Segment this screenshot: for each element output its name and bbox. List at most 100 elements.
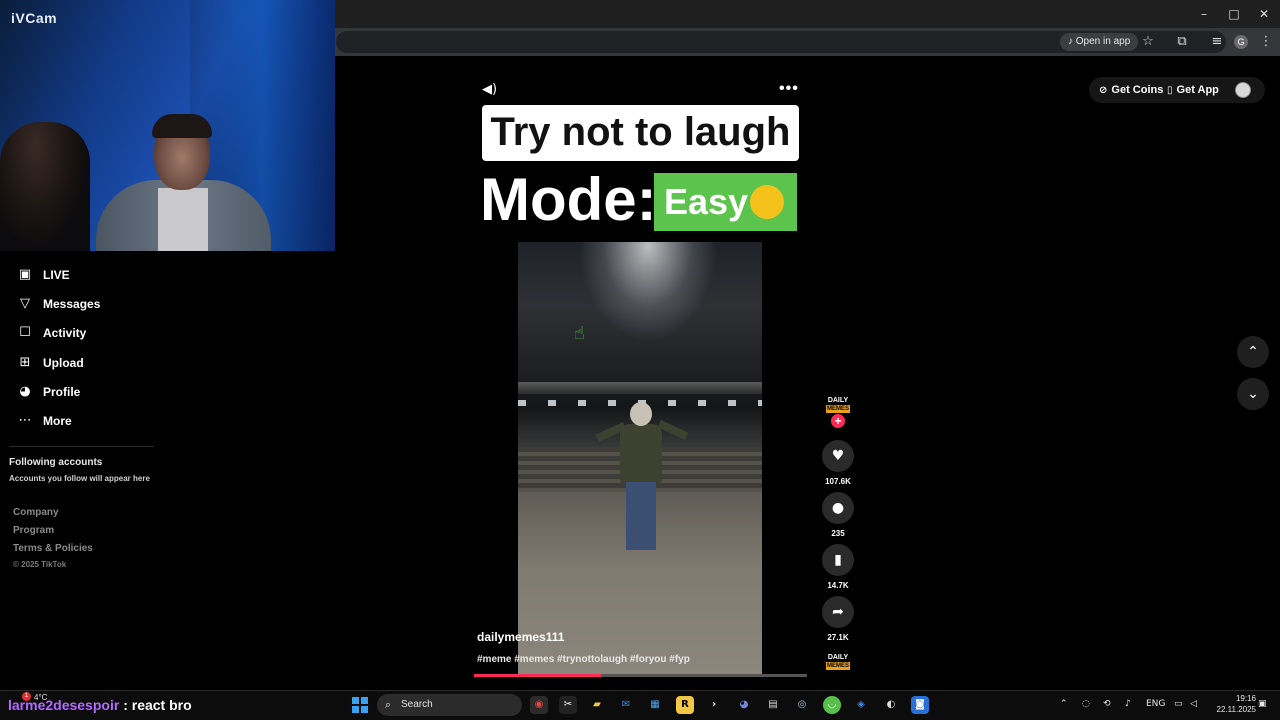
chevron-up-icon: ⌃ [1247,344,1259,360]
tray-microphone-icon[interactable]: ♪ [1125,699,1131,709]
comment-count: 235 [831,529,845,538]
discord-icon[interactable]: ◕ [735,696,753,714]
webcam-label: iVCam [11,10,58,26]
calendar-icon[interactable]: ▤ [764,696,782,714]
caption-mode: Mode: [480,166,657,233]
mail-icon[interactable]: ✉ [617,696,635,714]
chrome-icon[interactable]: ◉ [530,696,548,714]
app-icon[interactable]: ◈ [852,696,870,714]
more-icon: ⋯ [18,413,32,428]
music-disc-bottom: MEMES [826,662,850,670]
nav-item-activity[interactable]: ☐ Activity [16,323,86,343]
nav-item-label: Profile [43,385,81,399]
copyright-text: © 2025 TikTok [13,560,67,569]
tiktok-icon: ♪ [1068,36,1076,47]
follow-plus-button[interactable]: + [831,414,845,428]
get-coins-label: Get Coins [1111,84,1164,96]
taskbar-date: 22.11.2025 [1216,705,1256,714]
extensions-icon[interactable]: ⧉ [1172,32,1192,52]
browser-profile-avatar[interactable]: G [1234,35,1248,49]
tray-chevron-up-icon[interactable]: ⌃ [1060,699,1068,709]
video-hashtags[interactable]: #meme #memes #trynottolaugh #foryou #fyp [477,654,690,665]
get-app-button[interactable]: ▯ Get App [1167,81,1219,99]
taskbar-search[interactable]: ⌕ Search [377,694,522,716]
upload-icon: ⊞ [19,355,31,370]
ceiling-light [578,242,718,342]
activity-icon: ☐ [19,325,31,340]
more-options-icon[interactable]: ••• [779,80,799,98]
nav-item-more[interactable]: ⋯ More [16,411,72,431]
phone-icon: ▯ [1167,84,1173,96]
comment-icon: ● [831,500,845,516]
nav-divider [9,446,154,447]
tray-sync-icon[interactable]: ⟲ [1103,699,1111,709]
next-video-button[interactable]: ⌄ [1237,378,1269,410]
video-author[interactable]: dailymemes111 [477,630,564,644]
get-app-label: Get App [1176,84,1219,96]
browser-menu-icon[interactable]: ⋮ [1256,32,1276,52]
volume-tray-icon[interactable]: ◁ [1190,699,1197,709]
chat-text: : react bro [123,697,192,713]
capcut-icon[interactable]: ✂ [559,696,577,714]
file-explorer-icon[interactable]: ▰ [588,696,606,714]
video-frame [518,242,762,676]
video-progress-bar[interactable] [474,674,807,677]
bookmark-star-icon[interactable]: ☆ [1138,32,1158,52]
nav-item-profile[interactable]: ◕ Profile [16,382,80,402]
bookmark-icon: ▮ [834,552,842,568]
taskbar-clock[interactable]: 19:16 22.11.2025 [1206,693,1256,715]
close-button[interactable]: ✕ [1250,4,1278,24]
pointer-hand-cursor-icon: ☝ [574,323,585,344]
save-count: 14.7K [827,581,849,590]
minimize-button[interactable]: – [1190,4,1218,24]
open-in-app-label: Open in app [1075,36,1131,47]
webcam-overlay: iVCam [0,0,335,251]
music-disc[interactable]: DAILY MEMES [826,654,850,674]
dancing-person [595,402,689,562]
caption-easy-badge: Easy [654,173,797,231]
comment-button[interactable]: ● [822,492,854,524]
get-coins-button[interactable]: ⊘ Get Coins [1099,81,1163,99]
share-arrow-icon: ➦ [832,604,844,620]
footer-link-program[interactable]: Program [13,525,54,536]
stream-chat-message: larme2desespoir : react bro [8,697,192,713]
heart-icon: ♥ [831,448,845,464]
webcam-person-hair [152,114,212,138]
profile-avatar-icon: ◕ [19,384,31,399]
save-button[interactable]: ▮ [822,544,854,576]
terminal-icon[interactable]: › [705,696,723,714]
messages-icon: ▽ [20,296,30,311]
nav-item-messages[interactable]: ▽ Messages [16,294,100,314]
like-count: 107.6K [825,477,851,486]
volume-icon[interactable]: ◀) [482,82,498,98]
android-icon[interactable]: ◡ [823,696,841,714]
windows-start-icon[interactable] [352,697,368,713]
network-icon[interactable]: ▭ [1174,699,1183,709]
previous-video-button[interactable]: ⌃ [1237,336,1269,368]
steam-icon[interactable]: ◎ [793,696,811,714]
nav-item-upload[interactable]: ⊞ Upload [16,353,84,373]
like-button[interactable]: ♥ [822,440,854,472]
tray-app-icon[interactable]: ◌ [1082,699,1090,709]
chat-username: larme2desespoir [8,697,120,713]
language-indicator[interactable]: ENG [1146,699,1165,709]
search-icon: ⌕ [385,698,392,711]
obs-icon[interactable]: ◐ [882,696,900,714]
person-arm-right [657,420,689,440]
store-icon[interactable]: ▦ [646,696,664,714]
ivcam-icon[interactable]: ◙ [911,696,929,714]
footer-link-terms[interactable]: Terms & Policies [13,543,93,554]
notifications-icon[interactable]: ▣ [1258,699,1267,709]
nav-item-label: More [43,414,72,428]
open-in-app-button[interactable]: ♪ Open in app [1060,33,1139,51]
user-avatar[interactable] [1235,82,1251,98]
footer-link-company[interactable]: Company [13,507,59,518]
taskbar-search-label: Search [401,699,433,710]
rockstar-icon[interactable]: R [676,696,694,714]
reading-list-icon[interactable]: ≡ [1207,32,1227,52]
nav-item-label: Activity [43,326,87,340]
maximize-button[interactable]: □ [1220,4,1248,24]
nav-item-live[interactable]: ▣ LIVE [16,265,70,285]
creator-badge-bottom: MEMES [826,405,850,413]
share-button[interactable]: ➦ [822,596,854,628]
